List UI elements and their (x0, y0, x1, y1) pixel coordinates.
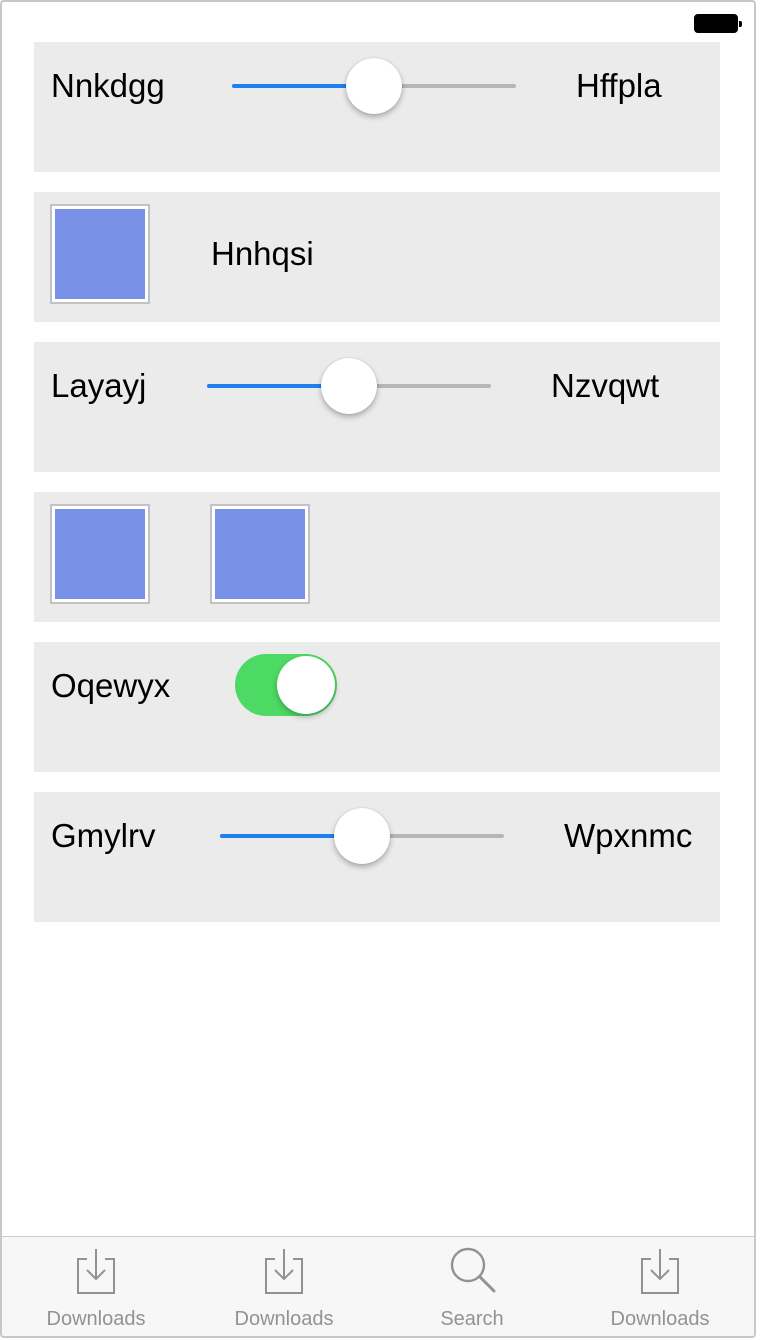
app-window: Nnkdgg Hffpla Hnhqsi Layayj Nzvqwt Oqewy… (0, 0, 756, 1338)
slider-right-label: Nzvqwt (551, 367, 660, 404)
slider-left-label: Nnkdgg (51, 67, 165, 104)
image-row-label: Hnhqsi (211, 235, 314, 272)
battery-icon (694, 14, 742, 33)
image-tile[interactable] (210, 504, 310, 604)
image-tile[interactable] (50, 504, 150, 604)
slider-row-2: Layayj Nzvqwt (34, 342, 720, 472)
tab-label: Search (440, 1308, 504, 1330)
download-icon (77, 1249, 115, 1294)
tab-label: Downloads (610, 1308, 710, 1330)
slider-row-3: Gmylrv Wpxnmc (34, 792, 720, 922)
slider-left-label: Layayj (51, 367, 147, 404)
slider-row-1: Nnkdgg Hffpla (34, 42, 720, 172)
download-icon (265, 1249, 303, 1294)
toggle-label: Oqewyx (51, 667, 171, 704)
image-row-1: Hnhqsi (34, 192, 720, 322)
search-icon (450, 1247, 496, 1293)
toggle-knob (277, 656, 335, 714)
download-icon (641, 1249, 679, 1294)
slider-right-label: Hffpla (576, 67, 662, 104)
image-row-2 (34, 492, 720, 622)
image-tile-fill (215, 509, 305, 599)
image-tile[interactable] (50, 204, 150, 304)
slider-left-label: Gmylrv (51, 817, 156, 854)
image-tile-fill (55, 209, 145, 299)
slider-2[interactable] (207, 356, 491, 416)
slider-right-label: Wpxnmc (564, 817, 693, 854)
tab-downloads-2[interactable]: Downloads (190, 1237, 378, 1336)
tab-bar: Downloads Downloads Search Downloads (2, 1236, 754, 1336)
tab-label: Downloads (46, 1308, 146, 1330)
tab-downloads-1[interactable]: Downloads (2, 1237, 190, 1336)
toggle-switch[interactable] (235, 654, 337, 716)
slider-thumb[interactable] (321, 358, 377, 414)
slider-thumb[interactable] (346, 58, 402, 114)
tab-label: Downloads (234, 1308, 334, 1330)
tab-search[interactable]: Search (378, 1237, 566, 1336)
toggle-row: Oqewyx (34, 642, 720, 772)
tab-downloads-3[interactable]: Downloads (566, 1237, 754, 1336)
slider-3[interactable] (220, 806, 504, 866)
status-bar (2, 2, 754, 42)
image-tile-fill (55, 509, 145, 599)
slider-thumb[interactable] (334, 808, 390, 864)
slider-1[interactable] (232, 56, 516, 116)
